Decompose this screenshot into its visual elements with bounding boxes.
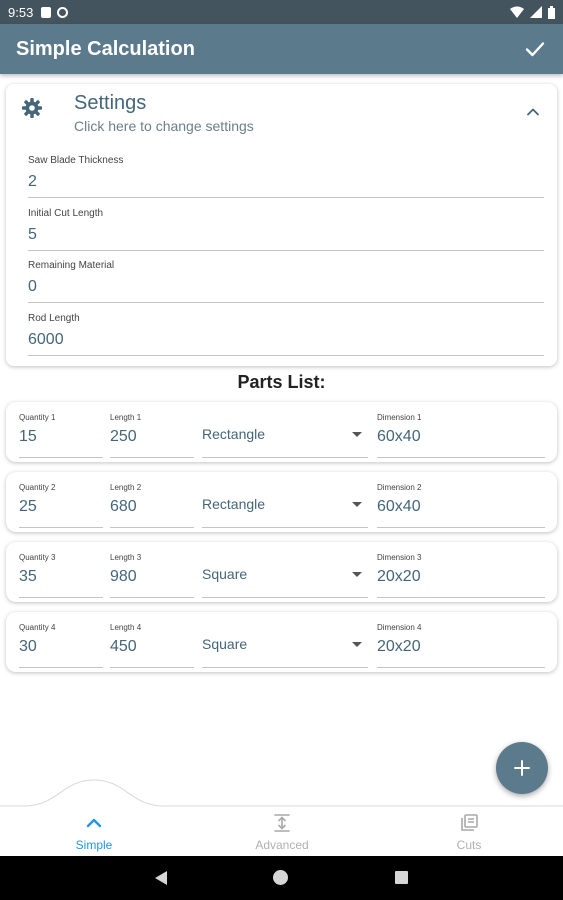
nav-cuts[interactable]: Cuts	[404, 812, 534, 852]
length-label: Length 4	[110, 623, 142, 632]
dimension-value: 20x20	[377, 568, 421, 585]
initial-cut-length-field[interactable]: Initial Cut Length 5	[28, 201, 544, 251]
shape-dropdown[interactable]: Rectangle	[202, 472, 368, 528]
part-row: Quantity 4 30 Length 4 450 Square Dimens…	[6, 612, 557, 672]
nav-label: Cuts	[456, 838, 482, 852]
length-value: 980	[110, 568, 137, 585]
quantity-value: 35	[19, 568, 37, 585]
field-value: 5	[28, 226, 37, 243]
shape-value: Rectangle	[202, 426, 266, 442]
quantity-field[interactable]: Quantity 3 35	[19, 542, 103, 598]
dimension-value: 60x40	[377, 498, 421, 515]
dimension-label: Dimension 2	[377, 483, 422, 492]
dimension-label: Dimension 4	[377, 623, 422, 632]
field-label: Initial Cut Length	[28, 208, 104, 219]
length-field[interactable]: Length 4 450	[110, 612, 194, 668]
back-icon[interactable]	[154, 870, 168, 886]
quantity-value: 25	[19, 498, 37, 515]
app-screen: 9:53 Simple Calculation Settings Click h…	[0, 0, 563, 900]
quantity-value: 30	[19, 638, 37, 655]
length-field[interactable]: Length 3 980	[110, 542, 194, 598]
signal-icon	[530, 6, 542, 18]
dimension-field[interactable]: Dimension 4 20x20	[377, 612, 545, 668]
field-label: Rod Length	[28, 313, 80, 324]
app-bar: Simple Calculation	[0, 24, 563, 74]
length-value: 250	[110, 428, 137, 445]
part-row: Quantity 3 35 Length 3 980 Square Dimens…	[6, 542, 557, 602]
length-field[interactable]: Length 1 250	[110, 402, 194, 458]
shape-dropdown[interactable]: Square	[202, 542, 368, 598]
shape-value: Square	[202, 636, 248, 652]
field-value: 0	[28, 278, 37, 295]
status-bar: 9:53	[0, 0, 563, 24]
parts-list-title: Parts List:	[237, 372, 326, 392]
dropdown-arrow-icon	[352, 502, 362, 507]
quantity-label: Quantity 3	[19, 553, 56, 562]
dimension-value: 60x40	[377, 428, 421, 445]
quantity-label: Quantity 2	[19, 483, 56, 492]
dimension-field[interactable]: Dimension 2 60x40	[377, 472, 545, 528]
nav-label: Advanced	[255, 838, 309, 852]
quantity-field[interactable]: Quantity 1 15	[19, 402, 103, 458]
chevron-up-icon	[86, 818, 102, 828]
dropdown-arrow-icon	[352, 432, 362, 437]
quantity-value: 15	[19, 428, 37, 445]
dimension-label: Dimension 3	[377, 553, 422, 562]
length-value: 450	[110, 638, 137, 655]
length-label: Length 1	[110, 413, 142, 422]
status-icons	[510, 5, 555, 19]
recent-apps-icon[interactable]	[395, 871, 408, 884]
quantity-label: Quantity 4	[19, 623, 56, 632]
quantity-label: Quantity 1	[19, 413, 56, 422]
status-time: 9:53	[8, 4, 34, 20]
remaining-material-field[interactable]: Remaining Material 0	[28, 253, 544, 303]
part-row: Quantity 1 15 Length 1 250 Rectangle Dim…	[6, 402, 557, 462]
settings-title: Settings	[74, 92, 147, 114]
library-icon	[461, 814, 478, 831]
field-value: 6000	[28, 331, 64, 348]
home-icon[interactable]	[273, 870, 288, 885]
gear-icon	[22, 98, 42, 118]
shape-value: Square	[202, 566, 248, 582]
nav-simple[interactable]: Simple	[29, 812, 159, 852]
field-label: Saw Blade Thickness	[28, 155, 124, 166]
nav-advanced[interactable]: Advanced	[217, 812, 347, 852]
app-title: Simple Calculation	[16, 37, 195, 60]
dropdown-arrow-icon	[352, 642, 362, 647]
quantity-field[interactable]: Quantity 4 30	[19, 612, 103, 668]
settings-header[interactable]: Settings Click here to change settings	[6, 84, 557, 140]
quantity-field[interactable]: Quantity 2 25	[19, 472, 103, 528]
settings-card: Settings Click here to change settings S…	[6, 84, 557, 366]
length-field[interactable]: Length 2 680	[110, 472, 194, 528]
field-value: 2	[28, 173, 37, 190]
length-label: Length 2	[110, 483, 142, 492]
check-icon[interactable]	[523, 37, 547, 61]
system-navigation-bar	[0, 856, 563, 900]
wifi-icon	[510, 6, 524, 18]
part-row: Quantity 2 25 Length 2 680 Rectangle Dim…	[6, 472, 557, 532]
height-icon	[274, 814, 290, 832]
nav-indicator-bump	[0, 779, 563, 814]
sd-card-icon	[41, 6, 52, 18]
rod-length-field[interactable]: Rod Length 6000	[28, 306, 544, 356]
dimension-field[interactable]: Dimension 3 20x20	[377, 542, 545, 598]
sync-icon	[57, 6, 69, 18]
dimension-field[interactable]: Dimension 1 60x40	[377, 402, 545, 458]
length-value: 680	[110, 498, 137, 515]
dropdown-arrow-icon	[352, 572, 362, 577]
settings-subtitle: Click here to change settings	[74, 118, 254, 134]
field-label: Remaining Material	[28, 260, 115, 271]
chevron-up-icon[interactable]	[525, 104, 541, 120]
length-label: Length 3	[110, 553, 142, 562]
dimension-value: 20x20	[377, 638, 421, 655]
nav-label: Simple	[75, 838, 113, 852]
saw-blade-thickness-field[interactable]: Saw Blade Thickness 2	[28, 148, 544, 198]
shape-dropdown[interactable]: Rectangle	[202, 402, 368, 458]
dimension-label: Dimension 1	[377, 413, 422, 422]
shape-dropdown[interactable]: Square	[202, 612, 368, 668]
shape-value: Rectangle	[202, 496, 266, 512]
battery-icon	[548, 5, 555, 19]
